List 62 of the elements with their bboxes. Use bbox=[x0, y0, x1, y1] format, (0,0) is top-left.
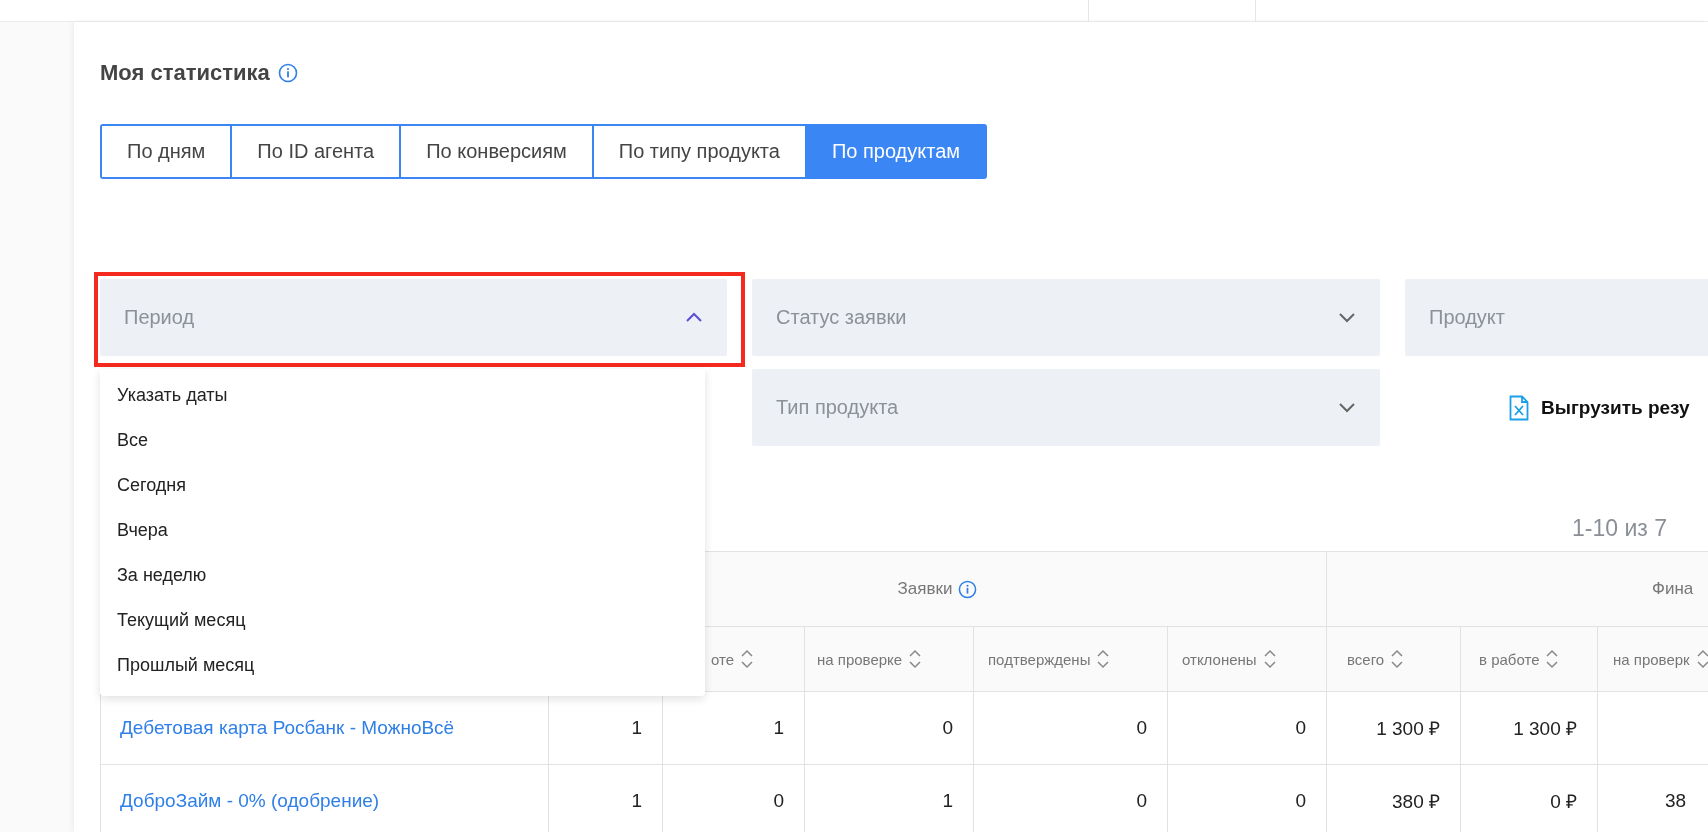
column-header[interactable]: на проверке bbox=[805, 627, 974, 692]
group-label: Заявки bbox=[897, 579, 953, 599]
menu-option[interactable]: За неделю bbox=[100, 553, 705, 598]
select-placeholder: Период bbox=[124, 306, 195, 329]
chevron-down-icon bbox=[1338, 312, 1356, 323]
sort-icon[interactable] bbox=[1096, 648, 1111, 670]
column-label: подтверждены bbox=[988, 650, 1091, 668]
table-cell: 1 300 ₽ bbox=[1327, 692, 1461, 765]
chevron-up-icon bbox=[685, 312, 703, 323]
menu-option[interactable]: Сегодня bbox=[100, 463, 705, 508]
table-cell: 0 bbox=[1168, 765, 1327, 832]
column-label: всего bbox=[1347, 650, 1385, 668]
column-label: оте bbox=[711, 650, 735, 668]
select-placeholder: Тип продукта bbox=[776, 396, 899, 419]
info-icon[interactable] bbox=[958, 579, 978, 599]
tab[interactable]: По продуктам bbox=[804, 126, 986, 177]
table-cell: 1 bbox=[805, 765, 974, 832]
table-cell: 380 ₽ bbox=[1327, 765, 1461, 832]
column-header[interactable]: в работе bbox=[1461, 627, 1598, 692]
product-link[interactable]: ДоброЗайм - 0% (одобрение) bbox=[120, 790, 380, 812]
sort-icon[interactable] bbox=[740, 648, 755, 670]
pagination-info: 1-10 из 7 bbox=[1572, 515, 1667, 542]
column-header[interactable]: на проверк bbox=[1598, 627, 1708, 692]
column-header[interactable]: подтверждены bbox=[974, 627, 1168, 692]
menu-option[interactable]: Указать даты bbox=[100, 373, 705, 418]
column-header[interactable]: всего bbox=[1327, 627, 1461, 692]
sort-icon[interactable] bbox=[1390, 648, 1405, 670]
table-cell: 0 bbox=[974, 765, 1168, 832]
sort-icon[interactable] bbox=[1545, 648, 1560, 670]
select-field[interactable]: Период bbox=[100, 279, 727, 356]
table-cell: 0 bbox=[805, 692, 974, 765]
product-link[interactable]: Дебетовая карта Росбанк - МожноВсё bbox=[120, 717, 455, 739]
table-cell: 1 bbox=[549, 692, 663, 765]
chevron-down-icon bbox=[1338, 402, 1356, 413]
table-cell: 0 bbox=[974, 692, 1168, 765]
table-cell: 38 bbox=[1598, 765, 1708, 832]
spreadsheet-file-icon bbox=[1509, 394, 1529, 421]
column-label: на проверке bbox=[817, 650, 903, 668]
column-label: на проверк bbox=[1613, 650, 1690, 668]
table-cell: 1 300 ₽ bbox=[1461, 692, 1598, 765]
select-field[interactable]: Продукт bbox=[1405, 279, 1708, 356]
table-cell: 0 ₽ bbox=[1461, 765, 1598, 832]
info-icon[interactable] bbox=[277, 63, 298, 83]
table-cell: 1 bbox=[663, 692, 805, 765]
menu-option[interactable]: Вчера bbox=[100, 508, 705, 553]
select-field[interactable]: Тип продукта bbox=[752, 369, 1380, 446]
column-label: в работе bbox=[1479, 650, 1540, 668]
sort-icon[interactable] bbox=[908, 648, 923, 670]
sort-icon[interactable] bbox=[1695, 648, 1708, 670]
column-label: отклонены bbox=[1182, 650, 1257, 668]
select-placeholder: Статус заявки bbox=[776, 306, 907, 329]
table-cell: 1 bbox=[549, 765, 663, 832]
table-cell: 0 bbox=[663, 765, 805, 832]
select-placeholder: Продукт bbox=[1429, 306, 1505, 329]
page-title: Моя статистика bbox=[100, 60, 270, 86]
column-header[interactable]: отклонены bbox=[1168, 627, 1327, 692]
group-label: Фина bbox=[1652, 579, 1694, 599]
sort-icon[interactable] bbox=[1262, 648, 1277, 670]
export-button[interactable]: Выгрузить резу bbox=[1509, 394, 1690, 421]
select-field[interactable]: Статус заявки bbox=[752, 279, 1380, 356]
menu-option[interactable]: Все bbox=[100, 418, 705, 463]
table-cell: 0 bbox=[1168, 692, 1327, 765]
